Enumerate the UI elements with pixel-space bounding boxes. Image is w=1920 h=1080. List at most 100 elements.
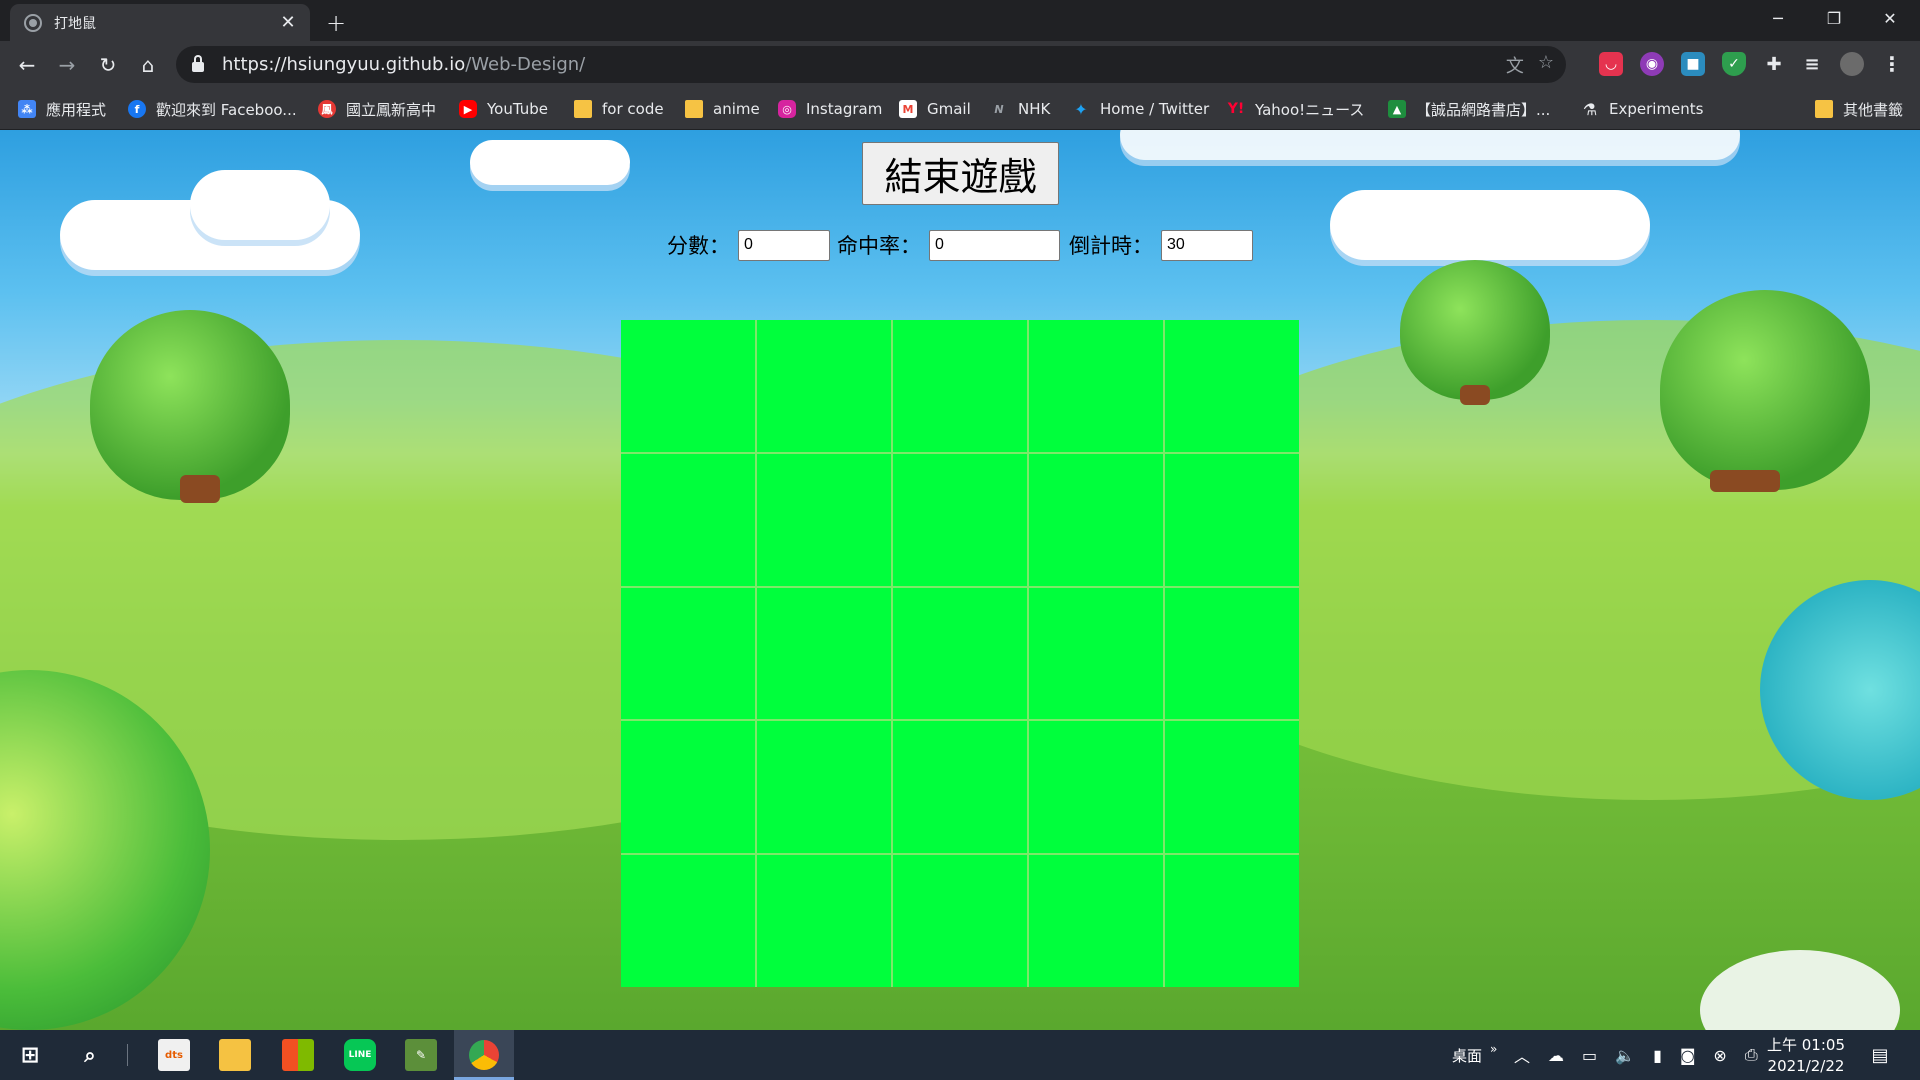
mole-hole-cell[interactable] <box>893 587 1027 720</box>
countdown-group: 倒計時： <box>1069 228 1253 262</box>
defender-icon[interactable]: ◙ <box>1680 1046 1696 1065</box>
bookmark-twitter[interactable]: ✦ Home / Twitter <box>1072 97 1209 121</box>
mole-hole-cell[interactable] <box>757 855 891 987</box>
score-input[interactable] <box>738 229 830 261</box>
page-favicon-icon <box>24 13 42 32</box>
mole-hole-cell[interactable] <box>621 587 755 720</box>
notepad-app-icon[interactable]: ✎ <box>405 1039 437 1071</box>
browser-tab[interactable]: 打地鼠 ✕ <box>10 4 310 41</box>
bookmark-for-code[interactable]: for code <box>574 97 664 121</box>
media-queue-icon[interactable]: ≡ <box>1800 52 1824 76</box>
mole-hole-cell[interactable] <box>893 320 1027 452</box>
onedrive-icon[interactable]: ☁ <box>1548 1046 1564 1065</box>
mole-hole-cell[interactable] <box>893 721 1027 854</box>
mole-hole-cell[interactable] <box>893 855 1027 987</box>
bookmark-facebook[interactable]: f 歡迎來到 Faceboo... <box>128 97 297 121</box>
shield-extension-icon[interactable]: ✓ <box>1722 52 1746 76</box>
microsoft-store-icon[interactable] <box>282 1039 314 1071</box>
hit-rate-group: 命中率： <box>837 228 1060 262</box>
search-icon[interactable]: ⌕ <box>74 1039 106 1071</box>
bookmark-gmail[interactable]: M Gmail <box>899 97 971 121</box>
nhk-icon: N <box>994 102 1004 116</box>
desktop-toolbar[interactable]: 桌面» <box>1452 1030 1497 1080</box>
mole-hole-cell[interactable] <box>1029 855 1163 987</box>
bookmark-bookstore[interactable]: ▲ 【誠品網路書店】... <box>1388 97 1550 121</box>
windows-start-icon[interactable]: ⊞ <box>14 1039 46 1071</box>
bookmark-yahoo[interactable]: Y! Yahoo!ニュース <box>1227 97 1365 121</box>
battery-icon[interactable]: ▮ <box>1653 1046 1662 1065</box>
extensions-puzzle-icon[interactable]: ✚ <box>1762 52 1786 76</box>
bookmark-youtube[interactable]: ▶ YouTube <box>459 97 548 121</box>
mole-hole-cell[interactable] <box>1029 320 1163 452</box>
bookmark-instagram[interactable]: ◎ Instagram <box>778 97 882 121</box>
folder-icon <box>1815 100 1833 118</box>
hit-rate-input[interactable] <box>929 229 1060 261</box>
facebook-icon: f <box>128 100 146 118</box>
close-window-button[interactable]: ✕ <box>1867 0 1913 37</box>
mole-hole-cell[interactable] <box>757 721 891 854</box>
mole-hole-cell[interactable] <box>621 453 755 586</box>
mole-hole-cell[interactable] <box>621 855 755 987</box>
bookmark-school[interactable]: 鳳國立鳳新高中 <box>318 97 436 121</box>
browser-toolbar: ← → ↻ ⌂ https://hsiungyuu.github.io/Web-… <box>0 41 1920 88</box>
yahoo-icon: Y! <box>1227 101 1245 117</box>
dts-app-icon[interactable]: dts <box>158 1039 190 1071</box>
file-explorer-icon[interactable] <box>219 1039 251 1071</box>
bookmarks-bar: ⁂ 應用程式 f 歡迎來到 Faceboo... 鳳國立鳳新高中 ▶ YouTube … <box>0 88 1920 130</box>
bookmark-apps[interactable]: ⁂ 應用程式 <box>18 97 106 121</box>
back-arrow-icon[interactable]: ← <box>12 50 42 80</box>
bookmark-star-icon[interactable]: ☆ <box>1538 52 1554 78</box>
minimize-button[interactable]: ─ <box>1755 0 1801 37</box>
mole-hole-cell[interactable] <box>1029 721 1163 854</box>
forward-arrow-icon[interactable]: → <box>52 50 82 80</box>
volume-icon[interactable]: 🔈 <box>1615 1046 1635 1065</box>
mole-hole-cell[interactable] <box>1165 721 1299 854</box>
taskbar-divider <box>127 1044 128 1066</box>
translate-icon[interactable]: 文 <box>1506 52 1524 78</box>
extension-robot-icon[interactable]: ■ <box>1681 52 1705 76</box>
bookmark-nhk[interactable]: N NHK <box>990 97 1050 121</box>
youtube-icon: ▶ <box>459 100 477 118</box>
end-game-button[interactable]: 結束遊戲 <box>862 142 1059 205</box>
cloud-left-puff <box>190 170 330 240</box>
chrome-taskbar-active[interactable] <box>454 1030 514 1080</box>
mole-hole-cell[interactable] <box>1165 587 1299 720</box>
mole-hole-cell[interactable] <box>1165 855 1299 987</box>
menu-kebab-icon[interactable]: ⋮ <box>1880 52 1904 76</box>
mole-hole-cell[interactable] <box>1029 453 1163 586</box>
pocket-extension-icon[interactable]: ◡ <box>1599 52 1623 76</box>
mole-hole-cell[interactable] <box>1165 453 1299 586</box>
bookmark-experiments[interactable]: ⚗ Experiments <box>1581 97 1704 121</box>
show-hidden-icons-icon[interactable]: ︿ <box>1514 1043 1530 1067</box>
instagram-icon: ◎ <box>778 100 796 118</box>
windows-taskbar: ⊞ ⌕ dts LINE ✎ 桌面» ︿ ☁ ▭ 🔈 ▮ ◙ ⊗ ⎙ 上午 01… <box>0 1030 1920 1080</box>
bush-decoration <box>1700 950 1900 1030</box>
line-app-icon[interactable]: LINE <box>344 1039 376 1071</box>
action-center-icon[interactable]: ▤ <box>1864 1039 1896 1071</box>
vpn-icon[interactable]: ⊗ <box>1713 1046 1726 1065</box>
mole-hole-cell[interactable] <box>1029 587 1163 720</box>
tab-close-icon[interactable]: ✕ <box>278 12 298 33</box>
home-icon[interactable]: ⌂ <box>133 50 163 80</box>
restore-button[interactable]: ❐ <box>1811 0 1857 37</box>
mole-hole-cell[interactable] <box>757 320 891 452</box>
gmail-icon: M <box>899 100 917 118</box>
mole-hole-cell[interactable] <box>893 453 1027 586</box>
extension-purple-icon[interactable]: ◉ <box>1640 52 1664 76</box>
new-tab-button[interactable]: + <box>322 9 350 37</box>
bookmark-anime[interactable]: anime <box>685 97 760 121</box>
profile-avatar[interactable] <box>1840 52 1864 76</box>
score-group: 分數： <box>667 228 830 262</box>
mole-hole-cell[interactable] <box>757 453 891 586</box>
mole-hole-cell[interactable] <box>621 320 755 452</box>
taskbar-clock[interactable]: 上午 01:05 2021/2/22 <box>1760 1035 1852 1077</box>
mole-hole-cell[interactable] <box>1165 320 1299 452</box>
address-bar[interactable]: https://hsiungyuu.github.io/Web-Design/ … <box>176 46 1566 83</box>
input-method-icon[interactable]: ⎙ <box>1745 1045 1758 1065</box>
mole-hole-cell[interactable] <box>621 721 755 854</box>
mole-hole-cell[interactable] <box>757 587 891 720</box>
bookmark-other-folder[interactable]: 其他書籤 <box>1815 97 1903 121</box>
network-icon[interactable]: ▭ <box>1582 1046 1597 1065</box>
reload-icon[interactable]: ↻ <box>93 50 123 80</box>
countdown-input[interactable] <box>1161 229 1253 261</box>
